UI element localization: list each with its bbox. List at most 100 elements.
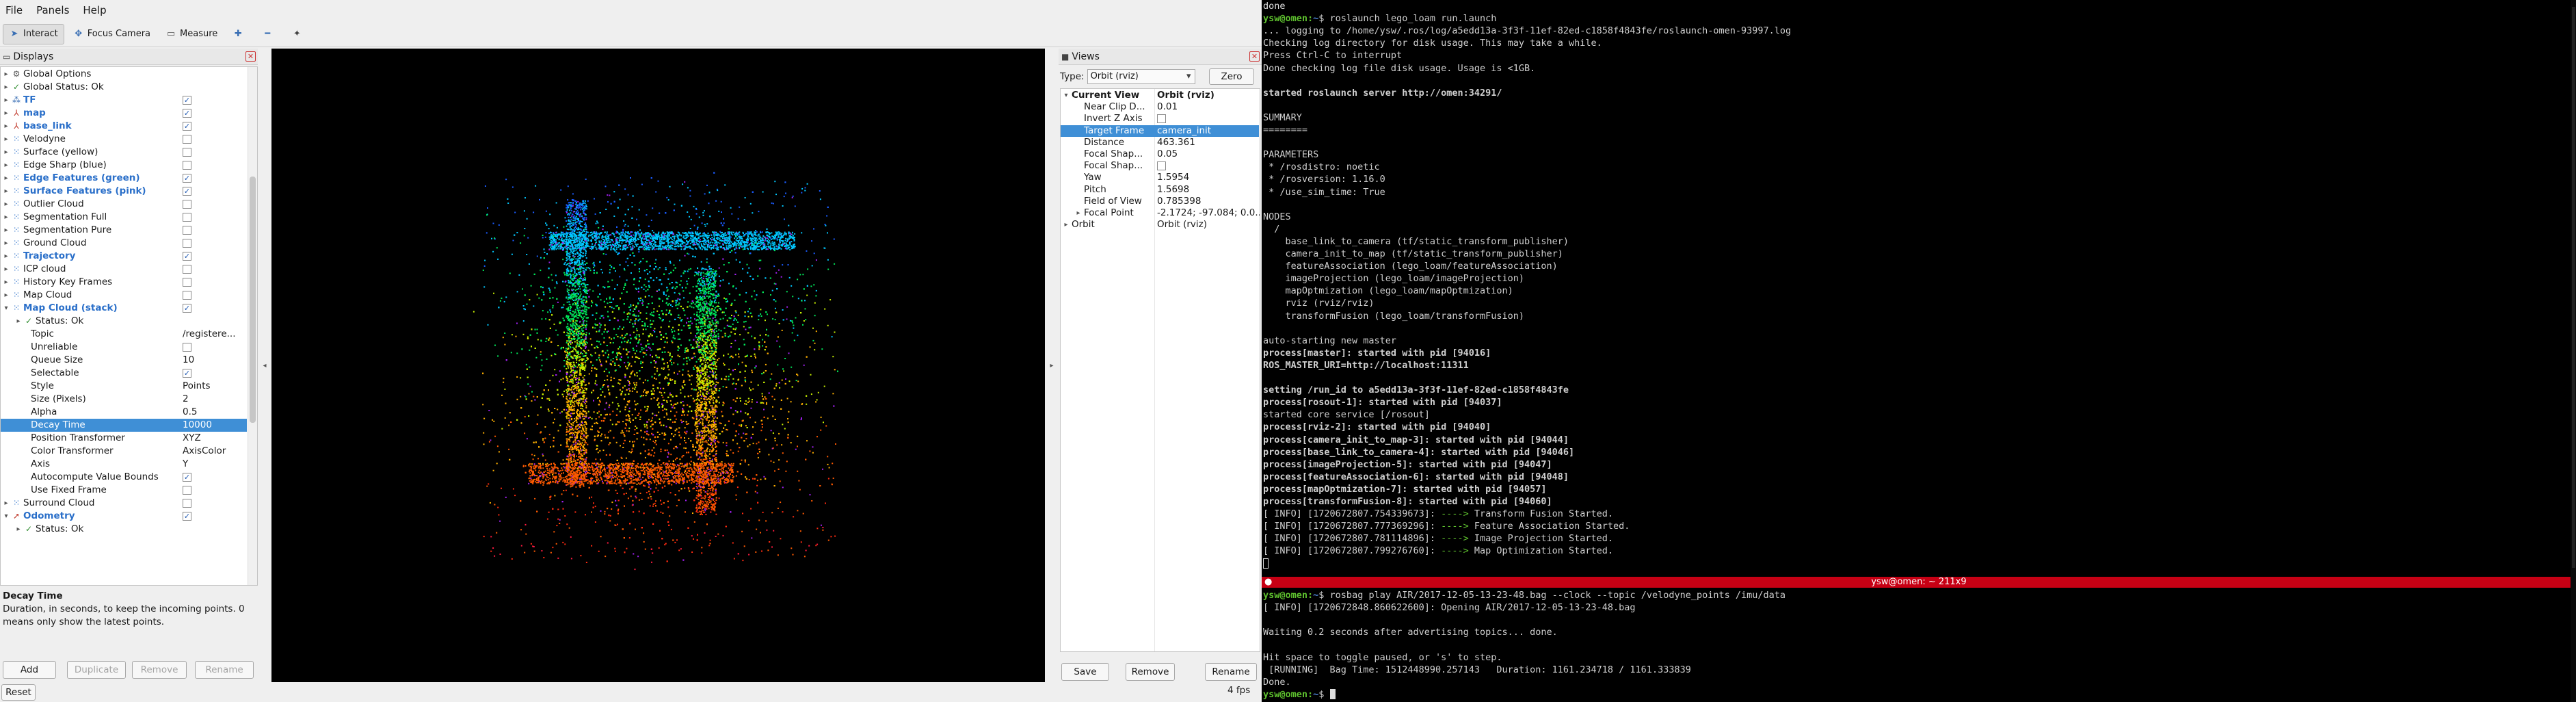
display-row[interactable]: ▸ ⁙ ICP cloud <box>1 263 247 276</box>
view-property-value[interactable]: camera_init <box>1157 125 1211 137</box>
view-property-row[interactable]: Yaw 1.5954 <box>1061 172 1259 183</box>
view-property-row[interactable]: Focal Shap... 0.05 <box>1061 148 1259 160</box>
expand-arrow-icon[interactable]: ▸ <box>2 250 10 263</box>
view-property-value[interactable]: 0.05 <box>1157 148 1178 160</box>
measure-button[interactable]: ▭ Measure <box>159 24 224 44</box>
view-property-row[interactable]: Distance 463.361 <box>1061 137 1259 148</box>
display-checkbox[interactable] <box>183 213 191 222</box>
remove-display-button[interactable]: Remove <box>132 661 187 679</box>
expand-arrow-icon[interactable]: ▸ <box>1062 219 1070 231</box>
scrollbar-thumb[interactable] <box>250 177 256 423</box>
view-property-row[interactable]: Field of View 0.785398 <box>1061 196 1259 207</box>
display-row[interactable]: ▸ ⁙ Map Cloud <box>1 289 247 302</box>
menu-file[interactable]: File <box>5 4 23 16</box>
display-row[interactable]: ▸ ⁙ Trajectory ✓ <box>1 250 247 263</box>
display-row[interactable]: Topic/registere... <box>1 328 247 341</box>
display-row[interactable]: Unreliable <box>1 341 247 354</box>
expand-arrow-icon[interactable]: ▸ <box>2 237 10 250</box>
display-row[interactable]: Position Transformer XYZ <box>1 432 247 445</box>
display-row[interactable]: ▸ ⁙ Edge Features (green) ✓ <box>1 172 247 185</box>
terminal-scrollbar[interactable] <box>2571 0 2576 702</box>
expand-arrow-icon[interactable]: ▸ <box>2 172 10 185</box>
view-property-value[interactable]: 1.5698 <box>1157 184 1189 196</box>
remove-view-button[interactable]: Remove <box>1126 663 1175 681</box>
display-row[interactable]: ▸ ⅄ base_link ✓ <box>1 120 247 133</box>
view-checkbox[interactable] <box>1157 161 1166 171</box>
expand-arrow-icon[interactable]: ▸ <box>2 159 10 172</box>
expand-arrow-icon[interactable]: ▸ <box>2 185 10 198</box>
display-checkbox[interactable] <box>183 343 191 352</box>
view-property-value[interactable]: Orbit (rviz) <box>1157 219 1207 231</box>
display-checkbox[interactable] <box>183 265 191 274</box>
save-view-button[interactable]: Save <box>1061 663 1109 681</box>
reset-button[interactable]: Reset <box>1 684 36 701</box>
display-row[interactable]: ▸ ⁙ Segmentation Full <box>1 211 247 224</box>
expand-arrow-icon[interactable]: ▸ <box>2 107 10 120</box>
display-row[interactable]: Style Points <box>1 380 247 393</box>
view-property-row[interactable]: Target Frame camera_init <box>1061 125 1259 137</box>
display-checkbox[interactable] <box>183 148 191 157</box>
display-row-value[interactable]: AxisColor <box>183 445 226 458</box>
display-row-value[interactable]: 10 <box>183 354 194 367</box>
view-property-row[interactable]: ▸ Orbit Orbit (rviz) <box>1061 219 1259 231</box>
expand-arrow-icon[interactable]: ▾ <box>2 302 10 315</box>
view-property-value[interactable]: 0.785398 <box>1157 196 1201 207</box>
rename-view-button[interactable]: Rename <box>1205 663 1257 681</box>
view-property-value[interactable]: 463.361 <box>1157 137 1195 148</box>
expand-arrow-icon[interactable]: ▸ <box>2 289 10 302</box>
expand-arrow-icon[interactable]: ▸ <box>2 198 10 211</box>
display-checkbox[interactable] <box>183 200 191 209</box>
expand-arrow-icon[interactable]: ▸ <box>2 133 10 146</box>
display-checkbox[interactable] <box>183 135 191 144</box>
view-property-row[interactable]: Pitch 1.5698 <box>1061 184 1259 196</box>
display-checkbox[interactable]: ✓ <box>183 187 191 196</box>
display-row[interactable]: ▸ ⁙ Surface (yellow) <box>1 146 247 159</box>
display-checkbox[interactable]: ✓ <box>183 512 191 521</box>
display-row[interactable]: Color Transformer AxisColor <box>1 445 247 458</box>
expand-arrow-icon[interactable]: ▸ <box>2 81 10 94</box>
terminal-window[interactable]: done ysw@omen:~$ roslaunch lego_loam run.… <box>1262 0 2576 702</box>
expand-arrow-icon[interactable]: ▸ <box>14 315 23 328</box>
display-checkbox[interactable]: ✓ <box>183 174 191 183</box>
expand-arrow-icon[interactable]: ▸ <box>1074 207 1083 219</box>
view-property-row[interactable]: ▾ Current View Orbit (rviz) <box>1061 90 1259 101</box>
display-row[interactable]: ▸ ⁙ Outlier Cloud <box>1 198 247 211</box>
left-splitter[interactable]: ◂ <box>260 49 269 682</box>
display-checkbox[interactable]: ✓ <box>183 109 191 118</box>
display-checkbox[interactable]: ✓ <box>183 252 191 261</box>
close-icon[interactable]: ✕ <box>1249 51 1260 62</box>
expand-arrow-icon[interactable]: ▸ <box>2 68 10 81</box>
display-row[interactable]: ▸ ⁂ TF ✓ <box>1 94 247 107</box>
display-row-value[interactable]: 0.5 <box>183 406 197 419</box>
display-row[interactable]: ▸ ✓ Global Status: Ok <box>1 81 247 94</box>
display-row[interactable]: Alpha 0.5 <box>1 406 247 419</box>
3d-viewport[interactable] <box>271 49 1045 682</box>
menu-help[interactable]: Help <box>83 4 106 16</box>
remove-tool-button[interactable]: ━ <box>256 24 282 44</box>
view-property-row[interactable]: ▸ Focal Point -2.1724; -97.084; 0.0... <box>1061 207 1260 219</box>
focus-camera-button[interactable]: ✥ Focus Camera <box>67 24 157 44</box>
expand-arrow-icon[interactable]: ▾ <box>1062 90 1070 101</box>
display-checkbox[interactable]: ✓ <box>183 304 191 313</box>
display-row[interactable]: ▸ ✓ Status: Ok <box>1 315 247 328</box>
display-checkbox[interactable]: ✓ <box>183 122 191 131</box>
display-row-value[interactable]: 10000 <box>183 419 212 432</box>
rename-display-button[interactable]: Rename <box>195 661 254 679</box>
display-row-value[interactable]: Y <box>183 458 188 471</box>
display-row[interactable]: Selectable ✓ <box>1 367 247 380</box>
display-row[interactable]: ▸ ⁙ Ground Cloud <box>1 237 247 250</box>
display-row-value[interactable]: /registere... <box>183 328 236 341</box>
view-property-value[interactable]: 1.5954 <box>1157 172 1189 183</box>
display-row-value[interactable]: XYZ <box>183 432 201 445</box>
tool-properties-button[interactable]: ✦ <box>285 24 312 44</box>
view-checkbox[interactable] <box>1157 114 1166 124</box>
display-row[interactable]: ▸ ⁙ Segmentation Pure <box>1 224 247 237</box>
display-checkbox[interactable] <box>183 161 191 170</box>
menu-panels[interactable]: Panels <box>36 4 69 16</box>
display-row-value[interactable]: 2 <box>183 393 189 406</box>
add-tool-button[interactable]: ✚ <box>226 24 253 44</box>
display-checkbox[interactable] <box>183 278 191 287</box>
display-row[interactable]: ▸ ⁙ Edge Sharp (blue) <box>1 159 247 172</box>
display-row[interactable]: Queue Size 10 <box>1 354 247 367</box>
duplicate-button[interactable]: Duplicate <box>67 661 126 679</box>
